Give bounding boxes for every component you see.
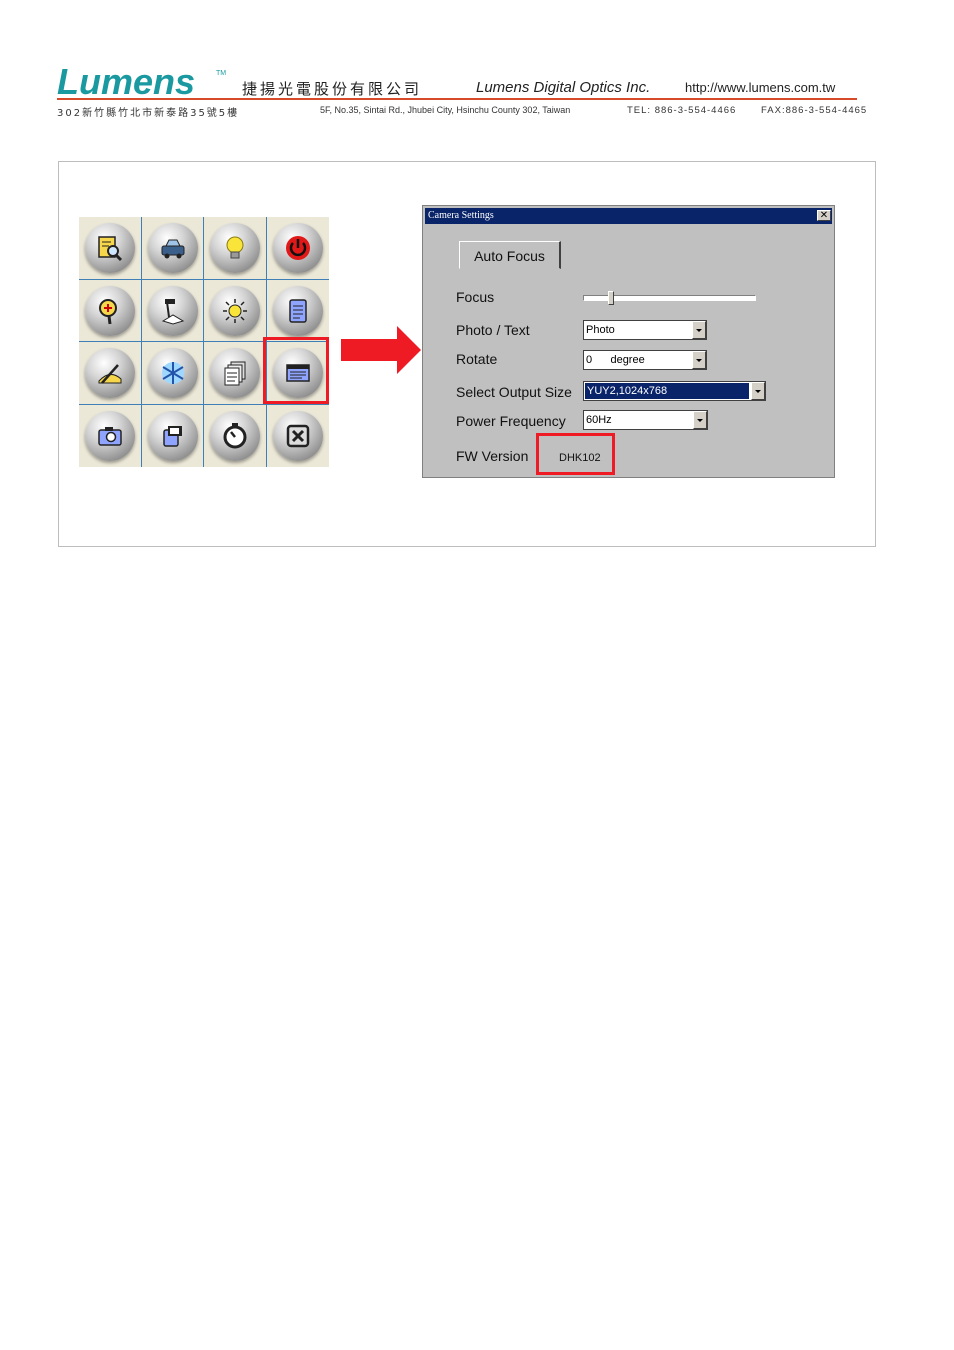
grid-cell [79, 217, 142, 280]
record-button[interactable] [147, 410, 198, 461]
zoom-in-button[interactable] [85, 285, 135, 336]
output-size-select[interactable]: YUY2,1024x768 [583, 381, 766, 401]
camera-capture-icon [98, 426, 122, 446]
dialog-close-button[interactable]: ✕ [817, 210, 831, 221]
power-frequency-label: Power Frequency [456, 413, 566, 429]
output-size-value: YUY2,1024x768 [585, 383, 749, 399]
annotate-button[interactable] [85, 348, 135, 398]
scanner-button[interactable] [147, 223, 198, 273]
rotate-label: Rotate [456, 351, 498, 367]
exit-button[interactable] [272, 410, 323, 461]
website-url: http://www.lumens.com.tw [685, 80, 836, 95]
power-button[interactable] [272, 223, 323, 273]
grid-cell [204, 217, 267, 280]
clipboard-icon [288, 298, 307, 323]
freeze-snowflake-icon [161, 362, 184, 384]
close-icon: ✕ [819, 210, 829, 221]
timer-icon [223, 422, 247, 448]
brightness-button[interactable] [210, 285, 260, 336]
chevron-down-icon[interactable] [692, 351, 706, 369]
rotate-value: 0 degree [586, 354, 645, 366]
document-magnify-icon [98, 236, 123, 262]
company-name-chinese: 捷揚光電股份有限公司 [242, 80, 423, 98]
document-magnify-button[interactable] [85, 223, 135, 273]
photo-text-label: Photo / Text [456, 322, 530, 338]
chevron-down-icon[interactable] [692, 321, 706, 339]
clipboard-button[interactable] [272, 285, 323, 336]
company-name-english: Lumens Digital Optics Inc. [476, 79, 651, 96]
grid-cell [204, 404, 267, 467]
grid-cell [204, 279, 267, 342]
grid-cell [142, 404, 204, 467]
lightbulb-icon [226, 236, 244, 259]
auto-focus-button[interactable]: Auto Focus [459, 241, 561, 269]
document-camera-button[interactable] [147, 285, 198, 336]
focus-label: Focus [456, 289, 495, 305]
copy-pages-icon [224, 361, 246, 386]
power-frequency-value: 60Hz [586, 414, 612, 426]
grid-cell [79, 342, 142, 405]
grid-cell [141, 217, 204, 280]
lamp-button[interactable] [210, 223, 260, 273]
grid-cell [266, 217, 329, 280]
grid-cell [204, 342, 267, 405]
video-record-icon [162, 425, 182, 447]
right-arrow-icon [341, 326, 421, 374]
power-frequency-select[interactable]: 60Hz [583, 410, 708, 430]
header-rule [57, 98, 857, 100]
camera-settings-dialog: Camera Settings ✕ Auto Focus Focus Photo… [422, 205, 835, 478]
document-camera-icon [161, 298, 184, 325]
annotate-pen-icon [98, 364, 122, 384]
trademark-mark: TM [216, 70, 227, 77]
rotate-select[interactable]: 0 degree [583, 350, 707, 370]
scanner-car-icon [161, 239, 184, 259]
dialog-title: Camera Settings [428, 210, 494, 221]
focus-slider-thumb[interactable] [608, 291, 615, 305]
grid-cell [79, 404, 142, 467]
address-chinese: 302新竹縣竹北市新泰路35號5樓 [57, 108, 240, 119]
lumens-logo: Lumens [57, 61, 196, 102]
photo-text-select[interactable]: Photo [583, 320, 707, 340]
dialog-titlebar[interactable]: Camera Settings ✕ [425, 208, 832, 224]
settings-highlight-box [263, 337, 329, 404]
grid-cell [79, 279, 142, 342]
grid-cell [266, 280, 329, 342]
fw-version-highlight-box [536, 433, 615, 475]
telephone: TEL: 886-3-554-4466 [627, 105, 737, 116]
fax-number: FAX:886-3-554-4465 [761, 105, 868, 116]
photo-text-value: Photo [586, 324, 615, 336]
fw-version-label: FW Version [456, 448, 529, 464]
capture-button[interactable] [85, 410, 135, 461]
close-x-icon [286, 424, 309, 447]
chevron-down-icon[interactable] [693, 411, 707, 429]
address-english: 5F, No.35, Sintai Rd., Jhubei City, Hsin… [320, 105, 571, 115]
freeze-button[interactable] [147, 348, 198, 398]
timer-button[interactable] [210, 410, 260, 461]
grid-cell [267, 405, 330, 468]
brightness-icon [223, 298, 247, 323]
zoom-in-icon [99, 298, 117, 324]
output-size-label: Select Output Size [456, 384, 572, 400]
chevron-down-icon[interactable] [751, 382, 765, 400]
grid-cell [141, 342, 204, 405]
power-icon [285, 236, 310, 260]
copy-pages-button[interactable] [210, 348, 260, 398]
grid-cell [141, 279, 204, 342]
